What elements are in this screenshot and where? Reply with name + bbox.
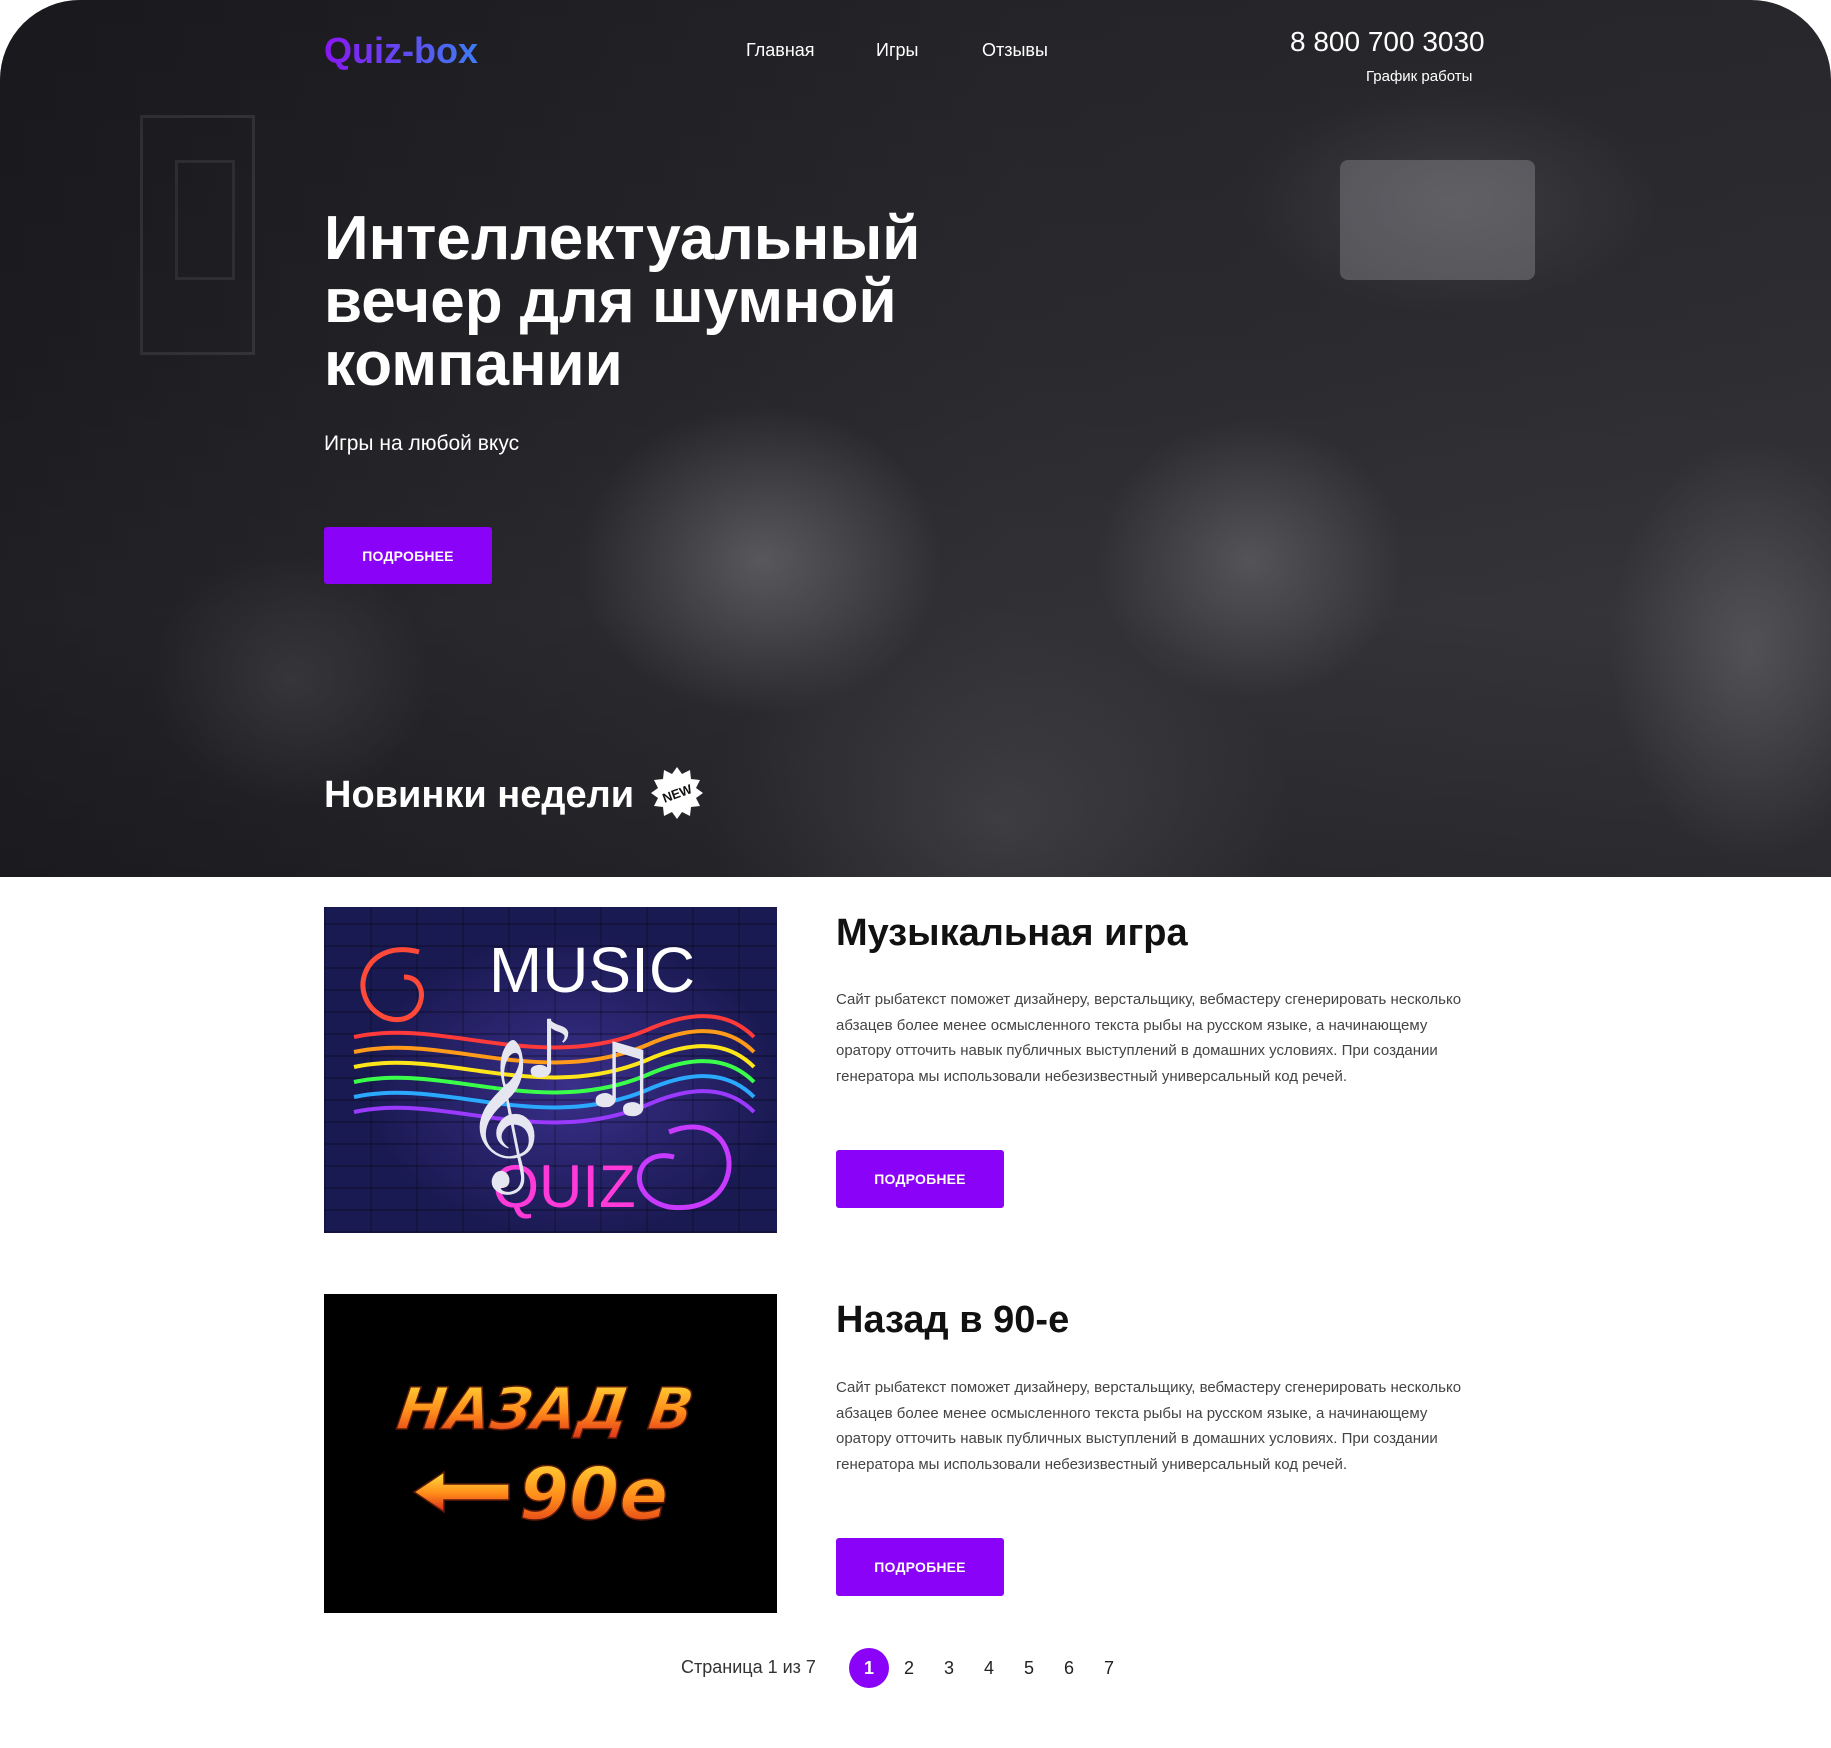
music-quiz-artwork: MUSIC QUIZ 𝄞 ♪ ♫: [353, 934, 756, 1220]
schedule-link[interactable]: График работы: [1366, 68, 1472, 85]
phone-number[interactable]: 8 800 700 3030: [1290, 26, 1485, 58]
music-notes-icon: ♫: [579, 1024, 660, 1129]
hero-title: Интеллектуальный вечер для шумной компан…: [324, 204, 921, 399]
pagination-label: Страница 1 из 7: [681, 1657, 816, 1677]
game-more-button-90s[interactable]: ПОДРОБНЕЕ: [836, 1538, 1004, 1596]
new-badge-icon: NEW: [651, 767, 703, 819]
news-section-title: Новинки недели: [324, 774, 635, 816]
page-button-6[interactable]: 6: [1049, 1648, 1089, 1688]
music-note-icon: ♪: [524, 1003, 575, 1096]
page-button-7[interactable]: 7: [1089, 1648, 1129, 1688]
page-button-3[interactable]: 3: [929, 1648, 969, 1688]
nav-link-reviews[interactable]: Отзывы: [982, 40, 1048, 61]
page: Quiz-box Главная Игры Отзывы 8 800 700 3…: [0, 0, 1831, 1748]
game-title-90s[interactable]: Назад в 90-е: [836, 1299, 1069, 1342]
game-image-90s[interactable]: НАЗАД В 90е: [324, 1294, 777, 1613]
back-to-90s-number-text: 90е: [519, 1452, 668, 1536]
game-image-music[interactable]: MUSIC QUIZ 𝄞 ♪ ♫: [324, 907, 777, 1233]
nav-link-home[interactable]: Главная: [746, 40, 815, 61]
back-to-90s-title-text: НАЗАД В: [393, 1375, 698, 1443]
page-button-4[interactable]: 4: [969, 1648, 1009, 1688]
hero-subtitle: Игры на любой вкус: [324, 432, 520, 455]
game-description-90s: Сайт рыбатекст поможет дизайнеру, верста…: [836, 1379, 1462, 1473]
game-title-music[interactable]: Музыкальная игра: [836, 912, 1188, 955]
hero-overlay: [0, 0, 1831, 877]
hero-more-button[interactable]: ПОДРОБНЕЕ: [324, 527, 492, 584]
back-to-90s-artwork: НАЗАД В 90е: [392, 1375, 698, 1537]
logo[interactable]: Quiz-box: [324, 30, 478, 72]
arrow-left-icon: [412, 1470, 510, 1514]
game-description-music: Сайт рыбатекст поможет дизайнеру, верста…: [836, 991, 1462, 1085]
hero-section: Quiz-box Главная Игры Отзывы 8 800 700 3…: [0, 0, 1831, 877]
nav-link-games[interactable]: Игры: [876, 40, 918, 61]
page-button-2[interactable]: 2: [889, 1648, 929, 1688]
game-more-button-music[interactable]: ПОДРОБНЕЕ: [836, 1150, 1004, 1208]
page-button-1[interactable]: 1: [849, 1648, 889, 1688]
music-quiz-title-text: MUSIC: [489, 934, 695, 1006]
page-button-5[interactable]: 5: [1009, 1648, 1049, 1688]
